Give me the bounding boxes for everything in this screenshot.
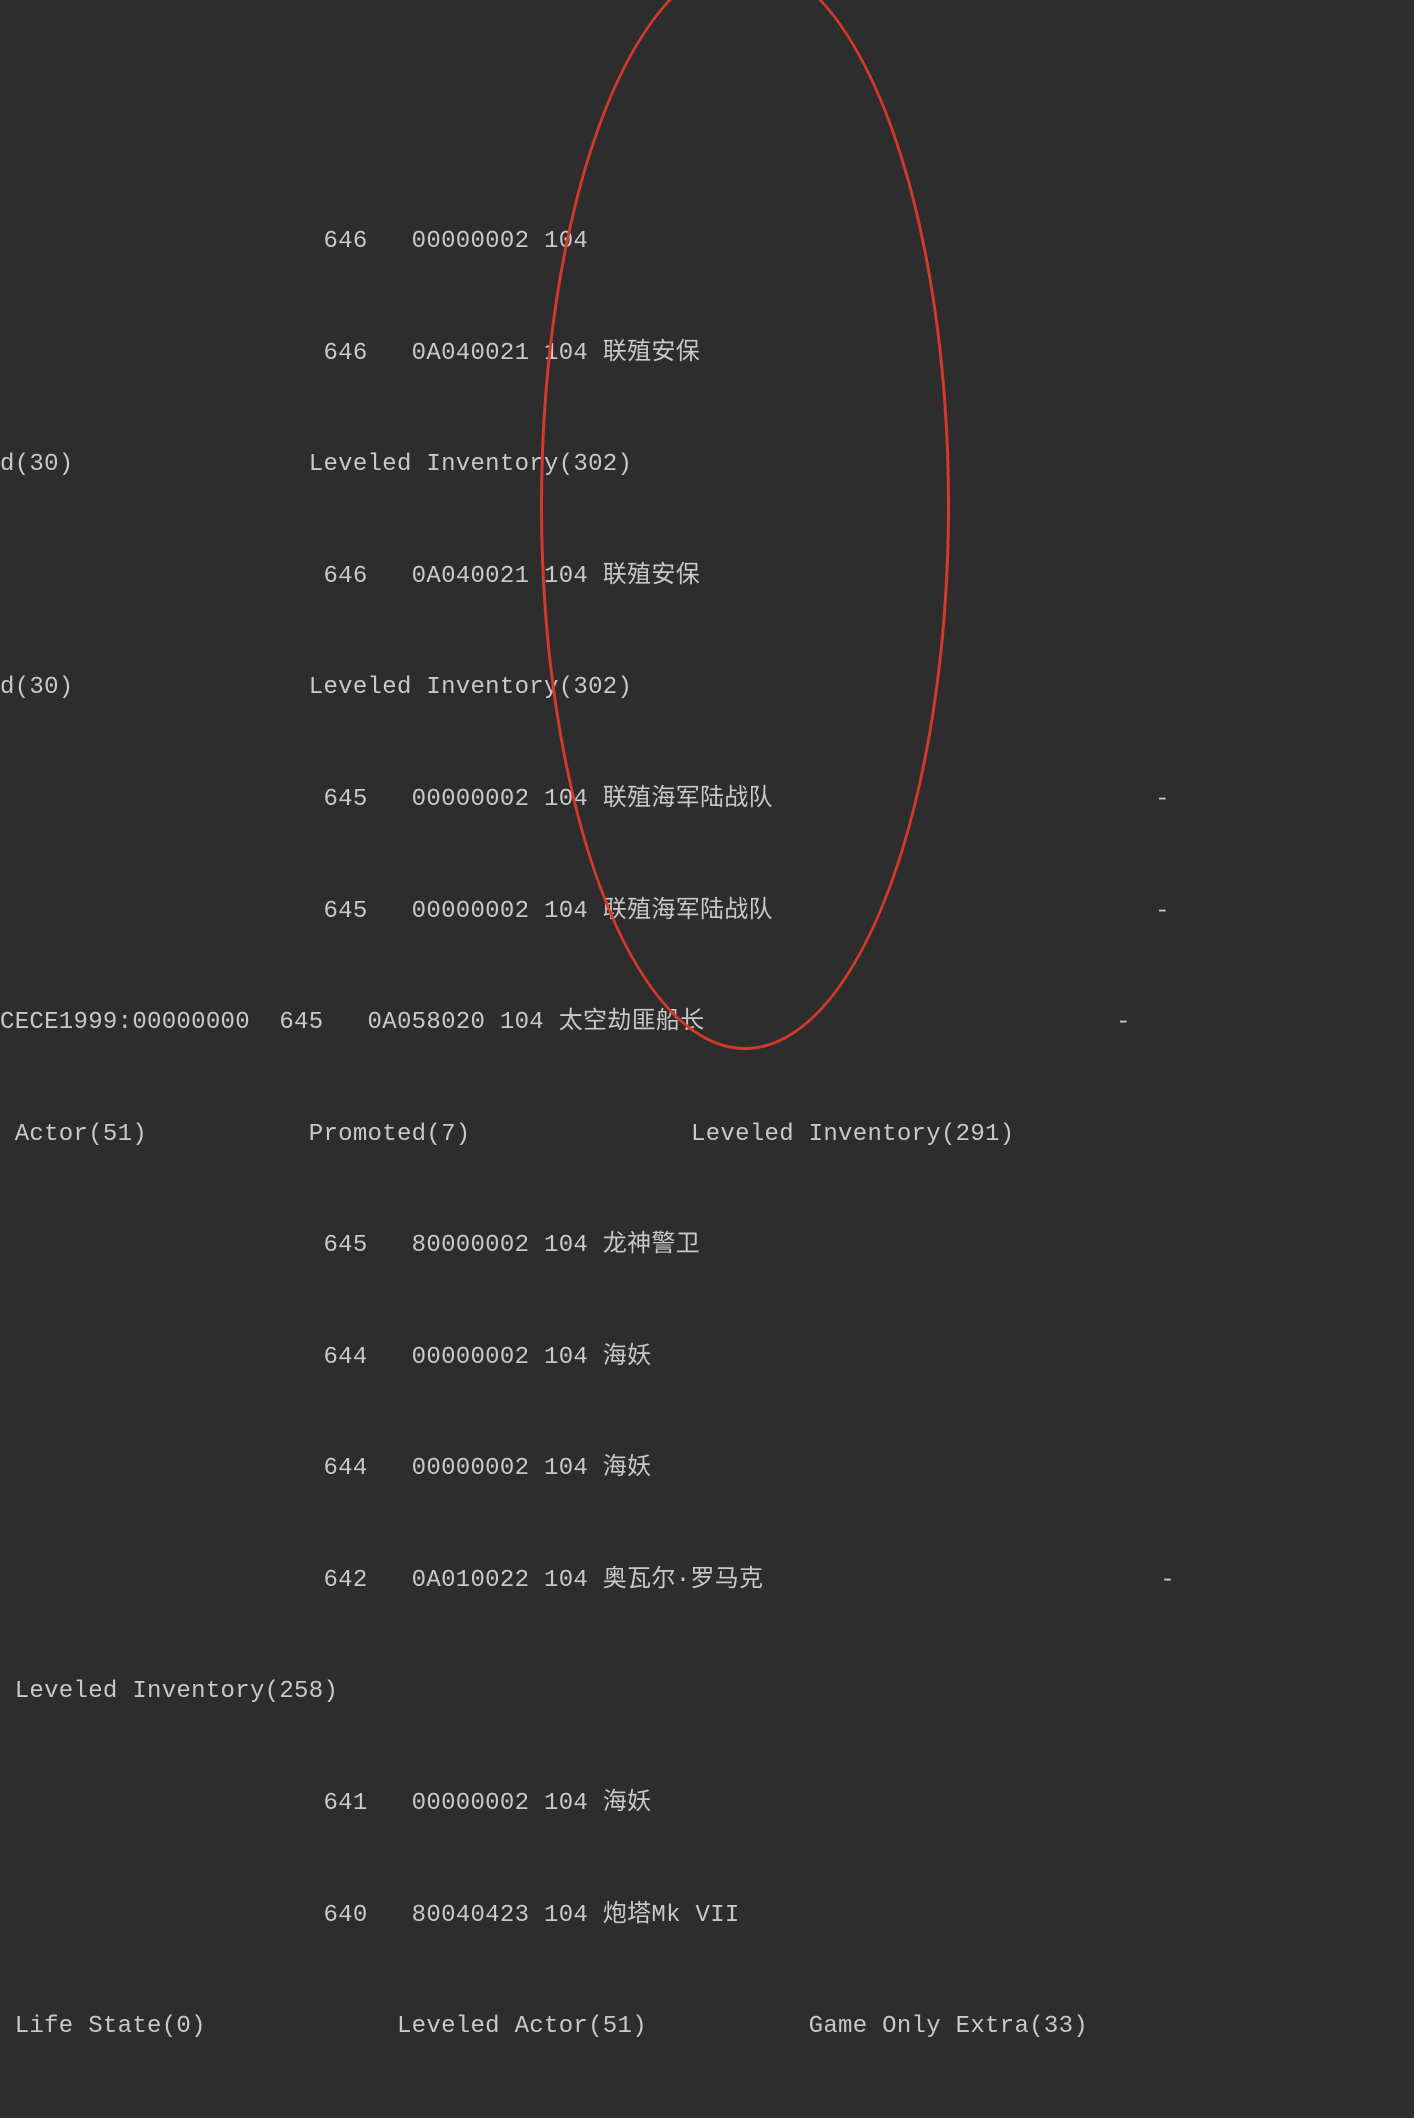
console-line: 640 80040423 104 炮塔Mk VII: [0, 1897, 1414, 1934]
console-line: d(30) Leveled Inventory(302): [0, 669, 1414, 706]
console-line: 645 00000002 104 联殖海军陆战队 -: [0, 781, 1414, 818]
console-line: Leveled Inventory(258): [0, 1673, 1414, 1710]
console-line: 646 0A040021 104 联殖安保: [0, 335, 1414, 372]
console-line: 642 0A010022 104 奥瓦尔·罗马克 -: [0, 1562, 1414, 1599]
console-line: 644 00000002 104 海妖: [0, 1450, 1414, 1487]
console-line: 646 0A040021 104 联殖安保: [0, 558, 1414, 595]
console-line: 645 80000002 104 龙神警卫: [0, 1227, 1414, 1264]
console-line: 645 00000002 104 联殖海军陆战队 -: [0, 893, 1414, 930]
console-line: Actor(51) Promoted(7) Leveled Inventory(…: [0, 1116, 1414, 1153]
console-output: 646 00000002 104 646 0A040021 104 联殖安保 d…: [0, 149, 1414, 2118]
console-line: Life State(0) Leveled Actor(51) Game Onl…: [0, 2008, 1414, 2045]
console-line: 646 00000002 104: [0, 223, 1414, 260]
console-line: 641 00000002 104 海妖: [0, 1785, 1414, 1822]
console-line: 644 00000002 104 海妖: [0, 1339, 1414, 1376]
console-line: CECE1999:00000000 645 0A058020 104 太空劫匪船…: [0, 1004, 1414, 1041]
console-line: d(30) Leveled Inventory(302): [0, 446, 1414, 483]
